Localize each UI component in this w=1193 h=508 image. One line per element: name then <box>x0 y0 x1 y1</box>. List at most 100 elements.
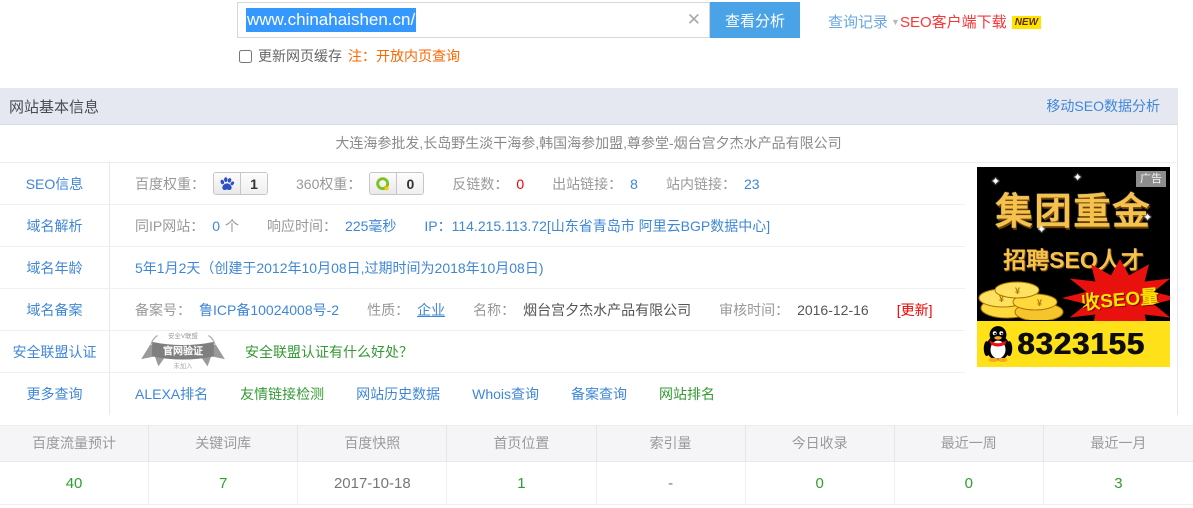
weight360-label: 360权重： <box>296 175 362 192</box>
security-ribbon-badge-icon[interactable]: 官网验证 安全V联盟 未加入 <box>135 330 231 373</box>
response-time-label: 响应时间： <box>267 217 338 234</box>
gold-coins-icon: ¥ ¥ ¥ <box>977 268 1087 323</box>
svg-text:¥: ¥ <box>1015 286 1020 296</box>
top-search-bar: www.chinahaishen.cn/ ✕ 查看分析 查询记录 ▼ SEO客户端… <box>0 0 1193 85</box>
refresh-cache-checkbox[interactable] <box>239 49 252 63</box>
query-history-dropdown[interactable]: 查询记录 ▼ <box>828 11 900 32</box>
icp-nature-value[interactable]: 企业 <box>417 300 445 320</box>
icp-number-value[interactable]: 鲁ICP备10024008号-2 <box>199 300 339 320</box>
row-more-queries: 更多查询 ALEXA排名 友情链接检测 网站历史数据 Whois查询 备案查询 … <box>0 373 965 415</box>
row-label-security: 安全联盟认证 <box>0 331 110 372</box>
stats-header-row: 百度流量预计 关键词库 百度快照 首页位置 索引量 今日收录 最近一周 最近一月 <box>0 425 1193 462</box>
stat-last-week[interactable]: 0 <box>894 462 1044 505</box>
backlinks-value[interactable]: 0 <box>516 176 524 192</box>
backlinks-label: 反链数： <box>452 175 509 192</box>
row-seo-info: SEO信息 百度权重： 1 360权重： 0 反链数： 0 出站链接： 8 站内… <box>0 163 965 205</box>
chevron-down-icon: ▼ <box>891 17 900 27</box>
link-site-history[interactable]: 网站历史数据 <box>356 384 440 404</box>
stats-header: 关键词库 <box>149 426 299 461</box>
svg-text:¥: ¥ <box>1037 298 1042 308</box>
stats-header: 首页位置 <box>447 426 597 461</box>
row-label-seo: SEO信息 <box>0 163 110 204</box>
stat-homepage-position[interactable]: 1 <box>447 462 597 505</box>
stats-header: 百度流量预计 <box>0 426 150 461</box>
icp-number-label: 备案号： <box>135 301 191 318</box>
same-ip-label: 同IP网站： <box>135 217 205 234</box>
link-friend-link-check[interactable]: 友情链接检测 <box>240 384 324 404</box>
svg-text:¥: ¥ <box>999 294 1004 304</box>
outbound-value[interactable]: 8 <box>630 176 638 192</box>
stats-header: 最近一周 <box>895 426 1044 461</box>
svg-text:未加入: 未加入 <box>173 361 193 370</box>
inner-page-note: 注：开放内页查询 <box>348 48 460 64</box>
stat-baidu-snapshot[interactable]: 2017-10-18 <box>298 462 448 505</box>
ad-qq-strip: 8323155 <box>977 321 1170 367</box>
icp-nature-label: 性质： <box>367 301 410 318</box>
stats-header: 索引量 <box>597 426 746 461</box>
search-input[interactable]: www.chinahaishen.cn/ ✕ <box>237 2 710 38</box>
weight360-badge[interactable]: 0 <box>369 172 425 195</box>
stats-header: 百度快照 <box>298 426 448 461</box>
stat-last-month[interactable]: 3 <box>1043 462 1193 505</box>
ad-tag-label: 广告 <box>1136 171 1166 187</box>
traffic-stats-table: 百度流量预计 关键词库 百度快照 首页位置 索引量 今日收录 最近一周 最近一月… <box>0 425 1193 505</box>
row-label-more: 更多查询 <box>0 373 110 415</box>
stat-keyword-count[interactable]: 7 <box>149 462 299 505</box>
stats-value-row: 40 7 2017-10-18 1 - 0 0 3 <box>0 462 1193 505</box>
new-badge: NEW <box>1011 16 1042 29</box>
row-security: 安全联盟认证 官网验证 安全V联盟 未加入 安全联盟认证有什么好处？ <box>0 331 965 373</box>
analyze-button[interactable]: 查看分析 <box>710 2 800 38</box>
stat-index-volume: - <box>596 462 746 505</box>
row-domain-age: 域名年龄 5年1月2天（创建于2012年10月08日,过期时间为2018年10月… <box>0 247 965 289</box>
row-dns: 域名解析 同IP网站： 0 个 响应时间： 225毫秒 IP：114.215.1… <box>0 205 965 247</box>
ip-address-value[interactable]: IP：114.215.113.72[山东省青岛市 阿里云BGP数据中心] <box>424 216 770 236</box>
svg-text:官网验证: 官网验证 <box>163 345 203 358</box>
refresh-cache-row: 更新网页缓存 注：开放内页查询 <box>239 46 460 66</box>
row-label-dns: 域名解析 <box>0 205 110 246</box>
site-title: 大连海参批发,长岛野生淡干海参,韩国海参加盟,尊参堂-烟台宫夕杰水产品有限公司 <box>335 135 842 151</box>
ad-qq-number: 8323155 <box>1017 326 1145 361</box>
stats-header: 最近一月 <box>1090 435 1147 451</box>
icp-name-value: 烟台宫夕杰水产品有限公司 <box>523 301 692 318</box>
baidu-weight-badge[interactable]: 1 <box>213 172 268 195</box>
row-label-icp: 域名备案 <box>0 289 110 330</box>
seo-client-download-link[interactable]: SEO客户端下载 NEW <box>900 11 1042 32</box>
baidu-paw-icon <box>214 173 241 194</box>
stat-today-indexed[interactable]: 0 <box>745 462 895 505</box>
icp-audit-label: 审核时间： <box>719 301 790 318</box>
domain-age-value: 5年1月2天（创建于2012年10月08日,过期时间为2018年10月08日) <box>135 259 544 276</box>
ad-burst-text: 收SEO量 <box>1080 286 1161 314</box>
sparkle-icon: ✦ <box>1037 224 1047 236</box>
outbound-label: 出站链接： <box>552 175 623 192</box>
stats-header: 今日收录 <box>746 426 895 461</box>
row-icp: 域名备案 备案号： 鲁ICP备10024008号-2 性质： 企业 名称： 烟台… <box>0 289 965 331</box>
response-time-value: 225毫秒 <box>345 217 397 234</box>
stat-baidu-traffic[interactable]: 40 <box>0 462 150 505</box>
same-ip-value[interactable]: 0 <box>212 218 220 234</box>
ad-banner[interactable]: 广告 ✦ ✦ ✦ ✦ 集团重金 招聘SEO人才 收SEO量 ¥ ¥ ¥ 8323… <box>977 167 1170 367</box>
sparkle-icon: ✦ <box>1073 172 1083 184</box>
link-alexa-rank[interactable]: ALEXA排名 <box>135 384 208 404</box>
row-label-age: 域名年龄 <box>0 247 110 288</box>
weight360-value: 0 <box>397 173 424 194</box>
baidu-weight-value: 1 <box>241 173 267 194</box>
sparkle-icon: ✦ <box>1143 212 1153 224</box>
section-header: 网站基本信息 移动SEO数据分析 <box>0 88 1178 125</box>
baidu-weight-label: 百度权重： <box>135 175 205 192</box>
link-site-rank[interactable]: 网站排名 <box>659 384 715 404</box>
mobile-seo-link[interactable]: 移动SEO数据分析 <box>1046 96 1160 116</box>
icp-update-link[interactable]: [更新] <box>897 300 933 320</box>
internal-links-value[interactable]: 23 <box>744 176 760 192</box>
section-title: 网站基本信息 <box>9 98 100 116</box>
ad-headline: 集团重金 <box>995 191 1152 232</box>
search-query-text: www.chinahaishen.cn/ <box>246 8 417 32</box>
clear-icon[interactable]: ✕ <box>687 10 701 30</box>
link-whois-query[interactable]: Whois查询 <box>472 384 539 404</box>
refresh-cache-label: 更新网页缓存 <box>258 48 342 64</box>
icp-name-label: 名称： <box>473 301 516 318</box>
same-ip-unit: 个 <box>225 217 240 234</box>
link-icp-query[interactable]: 备案查询 <box>571 384 627 404</box>
svg-text:安全V联盟: 安全V联盟 <box>168 331 198 340</box>
security-benefit-link[interactable]: 安全联盟认证有什么好处？ <box>245 342 413 362</box>
360-logo-icon <box>370 173 398 194</box>
